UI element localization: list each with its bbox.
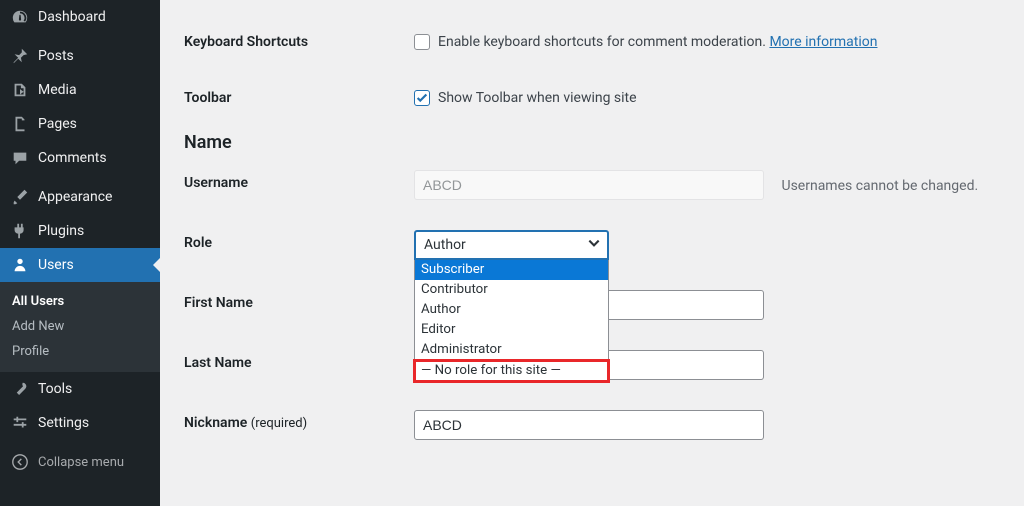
- sidebar-item-dashboard[interactable]: Dashboard: [0, 0, 160, 34]
- sidebar-item-users[interactable]: Users: [0, 248, 160, 282]
- username-label: Username: [184, 155, 404, 215]
- toolbar-label: Toolbar: [184, 70, 404, 126]
- users-icon: [10, 255, 30, 275]
- nickname-input[interactable]: [414, 410, 764, 440]
- collapse-menu-button[interactable]: Collapse menu: [0, 445, 160, 479]
- sidebar-item-label: Dashboard: [38, 9, 106, 25]
- wrench-icon: [10, 379, 30, 399]
- sidebar-item-plugins[interactable]: Plugins: [0, 214, 160, 248]
- last-name-label: Last Name: [184, 335, 404, 395]
- sidebar-item-label: Comments: [38, 150, 107, 166]
- role-option-no-role[interactable]: — No role for this site —: [413, 359, 610, 383]
- users-submenu: All Users Add New Profile: [0, 282, 160, 372]
- sidebar-item-label: Media: [38, 82, 77, 98]
- username-note: Usernames cannot be changed.: [781, 178, 978, 194]
- media-icon: [10, 80, 30, 100]
- submenu-profile[interactable]: Profile: [0, 339, 160, 364]
- role-option-editor[interactable]: Editor: [415, 320, 608, 340]
- collapse-label: Collapse menu: [38, 455, 124, 470]
- brush-icon: [10, 187, 30, 207]
- sidebar-item-label: Tools: [38, 381, 72, 397]
- toolbar-text: Show Toolbar when viewing site: [438, 90, 637, 106]
- submenu-add-new[interactable]: Add New: [0, 314, 160, 339]
- sidebar-item-appearance[interactable]: Appearance: [0, 180, 160, 214]
- submenu-all-users[interactable]: All Users: [0, 289, 160, 314]
- role-selected-value: Author: [424, 237, 466, 253]
- username-input: [414, 170, 764, 200]
- content-area: Keyboard Shortcuts Enable keyboard short…: [160, 0, 1024, 506]
- sidebar-item-tools[interactable]: Tools: [0, 372, 160, 406]
- sidebar-item-pages[interactable]: Pages: [0, 107, 160, 141]
- plug-icon: [10, 221, 30, 241]
- sidebar-item-comments[interactable]: Comments: [0, 141, 160, 175]
- name-section-heading: Name: [184, 132, 1004, 153]
- role-option-administrator[interactable]: Administrator: [415, 340, 608, 360]
- chevron-left-circle-icon: [10, 452, 30, 472]
- toolbar-checkbox[interactable]: [414, 90, 430, 106]
- chevron-down-icon: [587, 236, 601, 254]
- role-label: Role: [184, 215, 404, 275]
- sidebar-item-label: Settings: [38, 415, 89, 431]
- keyboard-shortcuts-text: Enable keyboard shortcuts for comment mo…: [438, 34, 877, 50]
- role-option-contributor[interactable]: Contributor: [415, 280, 608, 300]
- sliders-icon: [10, 413, 30, 433]
- dashboard-icon: [10, 7, 30, 27]
- role-option-subscriber[interactable]: Subscriber: [415, 260, 608, 280]
- sidebar-item-posts[interactable]: Posts: [0, 39, 160, 73]
- more-information-link[interactable]: More information: [769, 34, 877, 50]
- nickname-label: Nickname (required): [184, 395, 404, 455]
- role-dropdown: Subscriber Contributor Author Editor Adm…: [414, 260, 609, 382]
- sidebar-item-label: Plugins: [38, 223, 84, 239]
- comment-icon: [10, 148, 30, 168]
- keyboard-shortcuts-label: Keyboard Shortcuts: [184, 14, 404, 70]
- sidebar-item-label: Posts: [38, 48, 74, 64]
- sidebar-item-media[interactable]: Media: [0, 73, 160, 107]
- sidebar-item-label: Pages: [38, 116, 77, 132]
- sidebar-item-label: Appearance: [38, 189, 112, 205]
- first-name-label: First Name: [184, 275, 404, 335]
- page-icon: [10, 114, 30, 134]
- admin-sidebar: Dashboard Posts Media Pages Comments App…: [0, 0, 160, 506]
- pin-icon: [10, 46, 30, 66]
- keyboard-shortcuts-checkbox[interactable]: [414, 34, 430, 50]
- sidebar-item-label: Users: [38, 257, 74, 273]
- role-select[interactable]: Author Subscriber Contributor Author Edi…: [414, 230, 609, 260]
- role-option-author[interactable]: Author: [415, 300, 608, 320]
- sidebar-item-settings[interactable]: Settings: [0, 406, 160, 440]
